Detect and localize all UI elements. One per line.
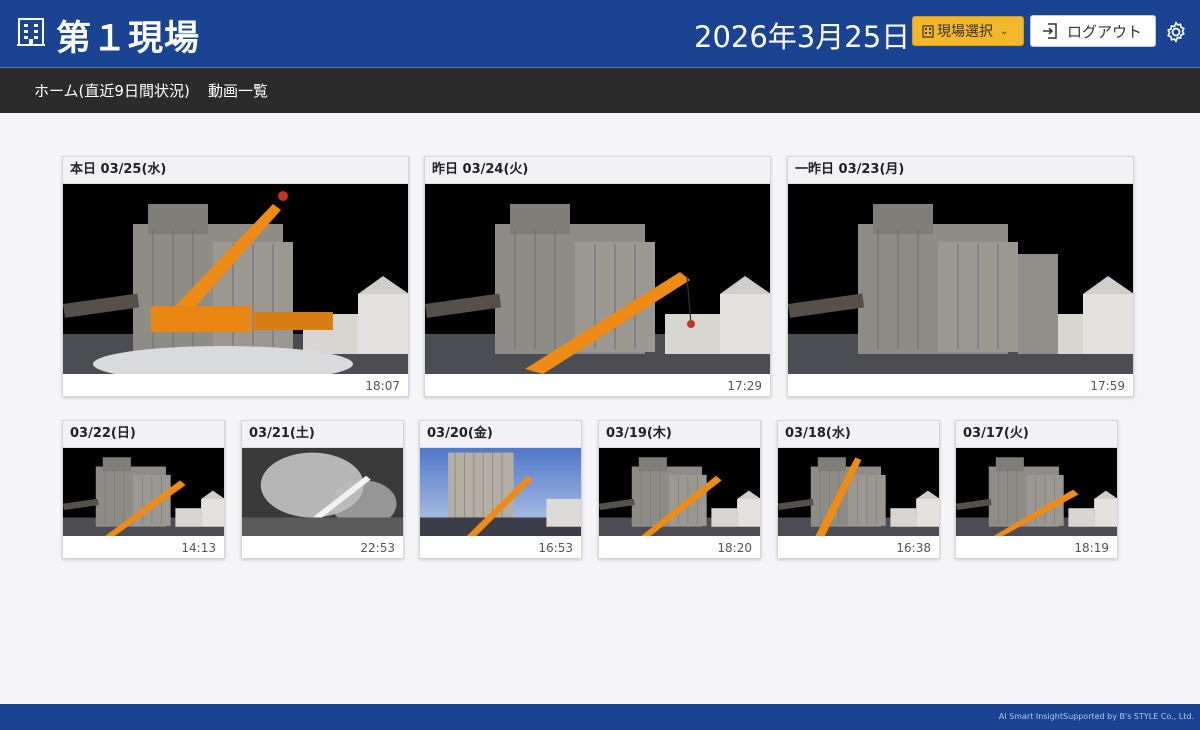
camera-snapshot (788, 184, 1133, 374)
day-card[interactable]: 03/19(木) 18:20 (598, 420, 761, 559)
recent-card-day-before[interactable]: 一昨日 03/23(月) 17:59 (787, 156, 1134, 397)
camera-snapshot (425, 184, 770, 374)
camera-snapshot (420, 448, 581, 536)
main-nav: ホーム(直近9日間状況) 動画一覧 (0, 68, 1200, 113)
card-title: 03/19(木) (599, 421, 760, 448)
site-select-label: 現場選択 (937, 24, 993, 40)
capture-time: 17:59 (1090, 379, 1125, 393)
camera-snapshot (778, 448, 939, 536)
card-title: 03/20(金) (420, 421, 581, 448)
app-header: 第１現場 2026年3月25日 現場選択 ⌄ ログアウト (0, 0, 1200, 68)
card-title: 昨日 03/24(火) (425, 157, 770, 184)
site-select-dropdown[interactable]: 現場選択 ⌄ (912, 16, 1024, 46)
card-title: 03/22(日) (63, 421, 224, 448)
camera-snapshot (242, 448, 403, 536)
footer-credit: AI Smart InsightSupported by B's STYLE C… (998, 712, 1194, 721)
camera-snapshot (956, 448, 1117, 536)
capture-time: 18:19 (1074, 541, 1109, 555)
camera-snapshot (63, 184, 408, 374)
card-title: 03/21(土) (242, 421, 403, 448)
camera-snapshot (599, 448, 760, 536)
card-title: 本日 03/25(水) (63, 157, 408, 184)
camera-snapshot (63, 448, 224, 536)
capture-time: 22:53 (360, 541, 395, 555)
capture-time: 14:13 (181, 541, 216, 555)
capture-time: 16:38 (896, 541, 931, 555)
capture-time: 17:29 (727, 379, 762, 393)
building-icon (922, 24, 934, 38)
capture-time: 18:07 (365, 379, 400, 393)
chevron-down-icon: ⌄ (1000, 25, 1009, 37)
card-title: 一昨日 03/23(月) (788, 157, 1133, 184)
current-date: 2026年3月25日 (694, 20, 911, 54)
app-footer: AI Smart InsightSupported by B's STYLE C… (0, 704, 1200, 730)
building-icon (17, 18, 45, 46)
nav-item-home[interactable]: ホーム(直近9日間状況) (34, 80, 190, 101)
recent-card-today[interactable]: 本日 03/25(水) 18:07 (62, 156, 409, 397)
capture-time: 18:20 (717, 541, 752, 555)
day-card[interactable]: 03/21(土) 22:53 (241, 420, 404, 559)
recent-card-yesterday[interactable]: 昨日 03/24(火) 17:29 (424, 156, 771, 397)
capture-time: 16:53 (538, 541, 573, 555)
logout-button[interactable]: ログアウト (1030, 15, 1156, 47)
card-title: 03/18(水) (778, 421, 939, 448)
gear-icon[interactable] (1164, 20, 1188, 44)
day-card[interactable]: 03/18(水) 16:38 (777, 420, 940, 559)
day-card[interactable]: 03/17(火) 18:19 (955, 420, 1118, 559)
logout-icon (1043, 23, 1057, 39)
logout-label: ログアウト (1067, 22, 1143, 41)
page-title: 第１現場 (56, 19, 201, 59)
card-title: 03/17(火) (956, 421, 1117, 448)
day-card[interactable]: 03/20(金) 16:53 (419, 420, 582, 559)
nav-item-video-list[interactable]: 動画一覧 (208, 80, 268, 101)
day-card[interactable]: 03/22(日) 14:13 (62, 420, 225, 559)
